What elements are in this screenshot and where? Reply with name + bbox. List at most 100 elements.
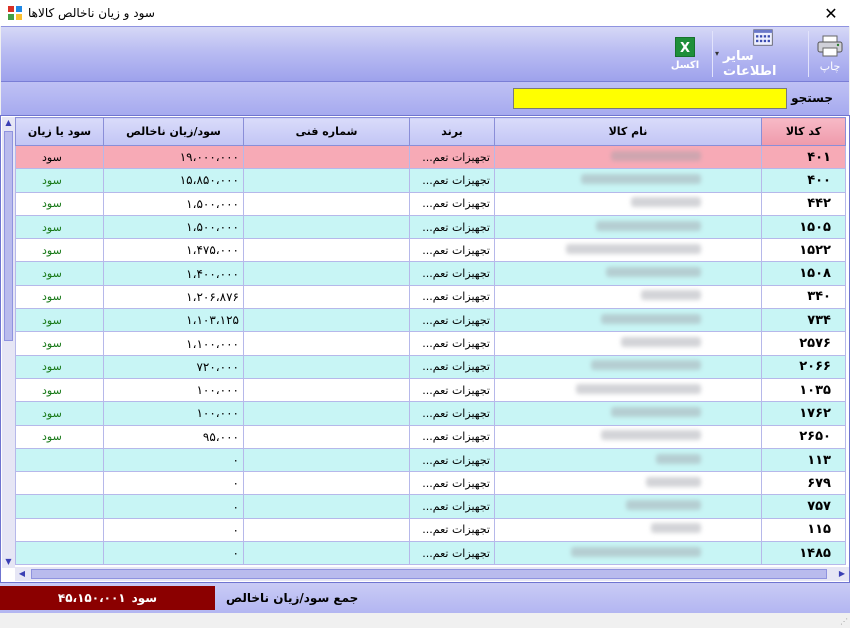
code-cell[interactable]: ۶۷۹ bbox=[761, 471, 846, 496]
name-cell[interactable] bbox=[494, 308, 762, 333]
brand-cell[interactable]: تجهیزات تعم... bbox=[409, 471, 495, 496]
profit-cell[interactable]: ۱۹،۰۰۰،۰۰۰ bbox=[103, 144, 244, 170]
code-cell[interactable]: ۱۱۵ bbox=[761, 517, 846, 543]
name-cell[interactable] bbox=[494, 191, 762, 216]
name-cell[interactable] bbox=[494, 424, 762, 449]
brand-cell[interactable]: تجهیزات تعم... bbox=[409, 331, 495, 356]
table-row[interactable]: ۰ تجهیزات تعم... ۱۱۳ bbox=[15, 447, 846, 473]
tech-number-cell[interactable] bbox=[243, 401, 410, 426]
brand-cell[interactable]: تجهیزات تعم... bbox=[409, 191, 495, 216]
code-cell[interactable]: ۴۴۲ bbox=[761, 191, 846, 216]
scroll-thumb-horizontal[interactable] bbox=[31, 569, 827, 579]
profit-cell[interactable]: ۰ bbox=[103, 517, 244, 543]
tech-number-cell[interactable] bbox=[243, 144, 410, 170]
status-cell[interactable]: سود bbox=[15, 401, 104, 426]
status-cell[interactable] bbox=[15, 471, 104, 496]
brand-cell[interactable]: تجهیزات تعم... bbox=[409, 494, 495, 519]
table-row[interactable]: ۰ تجهیزات تعم... ۷۵۷ bbox=[15, 494, 846, 519]
name-cell[interactable] bbox=[494, 144, 762, 170]
code-cell[interactable]: ۱۷۶۲ bbox=[761, 401, 846, 426]
status-cell[interactable]: سود bbox=[15, 424, 104, 449]
brand-cell[interactable]: تجهیزات تعم... bbox=[409, 447, 495, 473]
profit-cell[interactable]: ۱،۱۰۰،۰۰۰ bbox=[103, 331, 244, 356]
table-row[interactable]: سود ۱،۵۰۰،۰۰۰ تجهیزات تعم... ۴۴۲ bbox=[15, 191, 846, 216]
status-cell[interactable]: سود bbox=[15, 191, 104, 216]
status-cell[interactable]: سود bbox=[15, 144, 104, 170]
profit-cell[interactable]: ۰ bbox=[103, 447, 244, 473]
brand-cell[interactable]: تجهیزات تعم... bbox=[409, 261, 495, 286]
name-cell[interactable] bbox=[494, 471, 762, 496]
profit-cell[interactable]: ۱،۵۰۰،۰۰۰ bbox=[103, 214, 244, 240]
name-cell[interactable] bbox=[494, 331, 762, 356]
column-header-brand[interactable]: برند bbox=[409, 117, 495, 146]
status-cell[interactable]: سود bbox=[15, 377, 104, 403]
brand-cell[interactable]: تجهیزات تعم... bbox=[409, 401, 495, 426]
profit-cell[interactable]: ۱۰۰،۰۰۰ bbox=[103, 401, 244, 426]
profit-cell[interactable]: ۷۲۰،۰۰۰ bbox=[103, 354, 244, 379]
brand-cell[interactable]: تجهیزات تعم... bbox=[409, 238, 495, 263]
code-cell[interactable]: ۴۰۱ bbox=[761, 144, 846, 170]
table-row[interactable]: سود ۱۰۰،۰۰۰ تجهیزات تعم... ۱۰۳۵ bbox=[15, 377, 846, 403]
code-cell[interactable]: ۳۴۰ bbox=[761, 284, 846, 310]
scroll-up-icon[interactable]: ▲ bbox=[2, 117, 15, 129]
status-cell[interactable] bbox=[15, 517, 104, 543]
profit-cell[interactable]: ۱،۱۰۳،۱۲۵ bbox=[103, 308, 244, 333]
name-cell[interactable] bbox=[494, 517, 762, 543]
table-row[interactable]: ۰ تجهیزات تعم... ۶۷۹ bbox=[15, 471, 846, 496]
brand-cell[interactable]: تجهیزات تعم... bbox=[409, 541, 495, 566]
tech-number-cell[interactable] bbox=[243, 377, 410, 403]
name-cell[interactable] bbox=[494, 261, 762, 286]
tech-number-cell[interactable] bbox=[243, 354, 410, 379]
tech-number-cell[interactable] bbox=[243, 517, 410, 543]
column-header-tech-number[interactable]: شماره فنی bbox=[243, 117, 410, 146]
status-cell[interactable]: سود bbox=[15, 284, 104, 310]
name-cell[interactable] bbox=[494, 494, 762, 519]
tech-number-cell[interactable] bbox=[243, 541, 410, 566]
brand-cell[interactable]: تجهیزات تعم... bbox=[409, 354, 495, 379]
name-cell[interactable] bbox=[494, 354, 762, 379]
profit-cell[interactable]: ۱،۴۷۵،۰۰۰ bbox=[103, 238, 244, 263]
tech-number-cell[interactable] bbox=[243, 238, 410, 263]
tech-number-cell[interactable] bbox=[243, 168, 410, 193]
tech-number-cell[interactable] bbox=[243, 471, 410, 496]
name-cell[interactable] bbox=[494, 214, 762, 240]
brand-cell[interactable]: تجهیزات تعم... bbox=[409, 284, 495, 310]
search-input[interactable] bbox=[513, 88, 787, 109]
scroll-down-icon[interactable]: ▼ bbox=[2, 556, 15, 568]
profit-cell[interactable]: ۱،۲۰۶،۸۷۶ bbox=[103, 284, 244, 310]
profit-cell[interactable]: ۰ bbox=[103, 471, 244, 496]
status-cell[interactable] bbox=[15, 447, 104, 473]
tech-number-cell[interactable] bbox=[243, 214, 410, 240]
status-cell[interactable]: سود bbox=[15, 354, 104, 379]
code-cell[interactable]: ۲۶۵۰ bbox=[761, 424, 846, 449]
brand-cell[interactable]: تجهیزات تعم... bbox=[409, 377, 495, 403]
vertical-scrollbar[interactable]: ▲ ▼ bbox=[2, 117, 15, 568]
table-row[interactable]: سود ۱۵،۸۵۰،۰۰۰ تجهیزات تعم... ۴۰۰ bbox=[15, 168, 846, 193]
brand-cell[interactable]: تجهیزات تعم... bbox=[409, 308, 495, 333]
column-header-code[interactable]: کد کالا bbox=[761, 117, 846, 146]
tech-number-cell[interactable] bbox=[243, 494, 410, 519]
tech-number-cell[interactable] bbox=[243, 191, 410, 216]
code-cell[interactable]: ۲۰۶۶ bbox=[761, 354, 846, 379]
close-button[interactable]: ✕ bbox=[812, 0, 850, 26]
scroll-thumb[interactable] bbox=[4, 131, 13, 341]
profit-cell[interactable]: ۰ bbox=[103, 541, 244, 566]
table-row[interactable]: سود ۱،۲۰۶،۸۷۶ تجهیزات تعم... ۳۴۰ bbox=[15, 284, 846, 310]
name-cell[interactable] bbox=[494, 238, 762, 263]
resize-grip-icon[interactable]: ⋰ bbox=[840, 617, 848, 626]
status-cell[interactable]: سود bbox=[15, 331, 104, 356]
tech-number-cell[interactable] bbox=[243, 447, 410, 473]
code-cell[interactable]: ۱۰۳۵ bbox=[761, 377, 846, 403]
excel-button[interactable]: X اکسل bbox=[667, 29, 703, 79]
code-cell[interactable]: ۱۵۰۸ bbox=[761, 261, 846, 286]
code-cell[interactable]: ۷۳۴ bbox=[761, 308, 846, 333]
tech-number-cell[interactable] bbox=[243, 308, 410, 333]
profit-cell[interactable]: ۹۵،۰۰۰ bbox=[103, 424, 244, 449]
other-info-button[interactable]: سایر اطلاعات bbox=[723, 29, 803, 79]
table-row[interactable]: ۰ تجهیزات تعم... ۱۴۸۵ bbox=[15, 541, 846, 566]
table-row[interactable]: سود ۷۲۰،۰۰۰ تجهیزات تعم... ۲۰۶۶ bbox=[15, 354, 846, 379]
brand-cell[interactable]: تجهیزات تعم... bbox=[409, 144, 495, 170]
name-cell[interactable] bbox=[494, 447, 762, 473]
column-header-name[interactable]: نام کالا bbox=[494, 117, 762, 146]
code-cell[interactable]: ۱۵۰۵ bbox=[761, 214, 846, 240]
